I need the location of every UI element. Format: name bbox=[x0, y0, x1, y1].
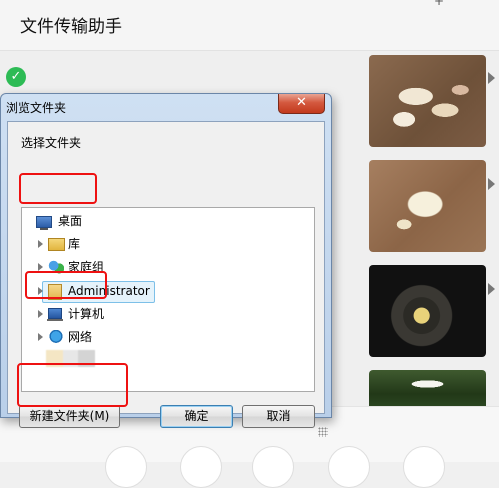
sent-check-icon: ✓ bbox=[6, 67, 26, 87]
desktop-icon bbox=[36, 216, 52, 230]
tree-item-label: 网络 bbox=[68, 330, 93, 344]
highlight-box-computer bbox=[25, 271, 107, 299]
chat-title: 文件传输助手 bbox=[20, 17, 122, 37]
expand-arrow-icon bbox=[488, 178, 495, 190]
tree-item-label: 桌面 bbox=[58, 214, 83, 228]
toolbar-button[interactable] bbox=[105, 446, 147, 488]
toolbar-button[interactable] bbox=[252, 446, 294, 488]
expand-arrow-icon bbox=[488, 72, 495, 84]
expand-arrow-icon[interactable] bbox=[38, 310, 43, 318]
tree-item-computer[interactable]: 计算机 bbox=[36, 304, 126, 324]
dialog-prompt: 选择文件夹 bbox=[21, 136, 82, 150]
toolbar-button[interactable] bbox=[403, 446, 445, 488]
tree-item-desktop[interactable]: 桌面 bbox=[36, 211, 116, 231]
ok-button[interactable]: 确定 bbox=[160, 405, 233, 428]
expand-arrow-icon[interactable] bbox=[38, 333, 43, 341]
expand-arrow-icon bbox=[488, 283, 495, 295]
highlight-box-desktop bbox=[19, 173, 97, 204]
expand-arrow-icon[interactable] bbox=[38, 240, 43, 248]
chat-image-2[interactable] bbox=[369, 160, 486, 252]
cancel-button[interactable]: 取消 bbox=[242, 405, 315, 428]
tree-item-network[interactable]: 网络 bbox=[36, 327, 116, 347]
tree-item-label: 计算机 bbox=[68, 307, 105, 321]
computer-icon bbox=[47, 308, 63, 321]
chat-image-4[interactable] bbox=[369, 370, 486, 410]
chat-image-1[interactable] bbox=[369, 55, 486, 147]
resize-grip[interactable] bbox=[318, 427, 328, 437]
new-folder-button[interactable]: 新建文件夹(M) bbox=[19, 405, 120, 428]
pin-icon[interactable]: + bbox=[434, 0, 444, 8]
expand-arrow-icon[interactable] bbox=[38, 263, 43, 271]
tree-item-label: 库 bbox=[68, 237, 81, 251]
chat-header: 文件传输助手 + bbox=[0, 0, 499, 51]
library-icon bbox=[48, 238, 65, 251]
highlight-box-new-folder bbox=[17, 363, 128, 407]
toolbar-button[interactable] bbox=[180, 446, 222, 488]
close-button[interactable]: ✕ bbox=[278, 94, 325, 114]
network-icon bbox=[48, 330, 64, 344]
tree-item-library[interactable]: 库 bbox=[36, 234, 116, 254]
dialog-title: 浏览文件夹 bbox=[6, 101, 67, 115]
chat-image-3[interactable] bbox=[369, 265, 486, 357]
toolbar-button[interactable] bbox=[328, 446, 370, 488]
